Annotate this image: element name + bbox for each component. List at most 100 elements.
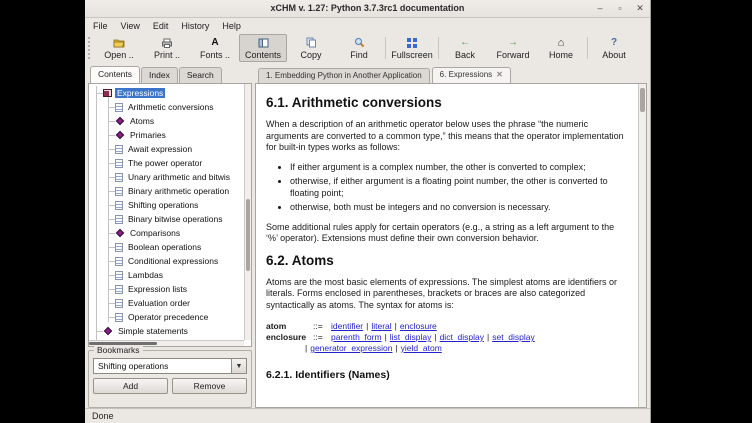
document-body: 6.1. Arithmetic conversions When a descr… — [256, 84, 638, 407]
bullet-list: If either argument is a complex number, … — [290, 162, 628, 214]
menu-item-edit[interactable]: Edit — [153, 21, 169, 31]
tree-item[interactable]: Primaries — [91, 128, 243, 142]
document-tabs: 1. Embedding Python in Another Applicati… — [255, 64, 647, 83]
tree-item[interactable]: Atoms — [91, 114, 243, 128]
bookmarks-dropdown[interactable]: Shifting operations ▼ — [93, 358, 247, 374]
window-title: xCHM v. 1.27: Python 3.7.3rc1 documentat… — [85, 3, 650, 13]
tree-item[interactable]: Arithmetic conversions — [91, 100, 243, 114]
status-text: Done — [92, 411, 114, 421]
syntax-keyword: enclosure — [266, 332, 313, 343]
back-button[interactable]: ← Back — [441, 34, 489, 62]
title-bar[interactable]: xCHM v. 1.27: Python 3.7.3rc1 documentat… — [85, 0, 650, 18]
syntax-link[interactable]: list_display — [390, 332, 432, 342]
syntax-link[interactable]: identifier — [331, 321, 363, 331]
contents-tree-panel: Expressions Arithmetic conversions Atoms… — [88, 83, 252, 347]
bullet-item: otherwise, if either argument is a float… — [290, 176, 628, 199]
find-icon — [354, 37, 365, 49]
tree-item[interactable]: Operator precedence — [91, 310, 243, 324]
syntax-link[interactable]: enclosure — [400, 321, 437, 331]
remove-bookmark-button[interactable]: Remove — [172, 378, 247, 394]
copy-button[interactable]: Copy — [287, 34, 335, 62]
diamond-icon — [116, 229, 124, 237]
chevron-down-icon[interactable]: ▼ — [231, 359, 246, 373]
home-icon: ⌂ — [558, 37, 565, 49]
tree-item[interactable]: Expression lists — [91, 282, 243, 296]
bookmarks-label: Bookmarks — [94, 345, 143, 355]
maximize-button[interactable]: ▫ — [614, 2, 626, 15]
syntax-link[interactable]: parenth_form — [331, 332, 382, 342]
tab-embedding-python[interactable]: 1. Embedding Python in Another Applicati… — [258, 68, 430, 83]
forward-button[interactable]: → Forward — [489, 34, 537, 62]
menu-item-view[interactable]: View — [121, 21, 140, 31]
menu-item-help[interactable]: Help — [222, 21, 241, 31]
contents-button[interactable]: Contents — [239, 34, 287, 62]
page-icon — [115, 201, 123, 210]
syntax-link[interactable]: yield_atom — [401, 343, 442, 353]
syntax-link[interactable]: generator_expression — [310, 343, 392, 353]
find-button[interactable]: Find — [335, 34, 383, 62]
section-heading-6-2-1: 6.2.1. Identifiers (Names) — [266, 370, 628, 382]
menu-item-file[interactable]: File — [93, 21, 108, 31]
menu-bar: File View Edit History Help — [85, 18, 650, 33]
document-panel: 6.1. Arithmetic conversions When a descr… — [255, 83, 647, 408]
syntax-link[interactable]: dict_display — [440, 332, 484, 342]
tree-item[interactable]: Expressions — [91, 86, 243, 100]
tree-item[interactable]: Boolean operations — [91, 240, 243, 254]
paragraph: When a description of an arithmetic oper… — [266, 119, 628, 154]
section-heading-6-1: 6.1. Arithmetic conversions — [266, 95, 628, 110]
tab-expressions[interactable]: 6. Expressions ✕ — [432, 67, 511, 83]
close-button[interactable]: ✕ — [634, 2, 646, 15]
syntax-block: atom ::= identifier|literal|enclosure en… — [266, 321, 628, 354]
page-icon — [115, 215, 123, 224]
about-button[interactable]: ? About — [590, 34, 638, 62]
tree-item[interactable]: Shifting operations — [91, 198, 243, 212]
page-icon — [115, 285, 123, 294]
tree-item[interactable]: Binary bitwise operations — [91, 212, 243, 226]
fullscreen-button[interactable]: Fullscreen — [388, 34, 436, 62]
tree-item[interactable]: Binary arithmetic operation — [91, 184, 243, 198]
tree-item[interactable]: Simple statements — [91, 324, 243, 338]
tab-index[interactable]: Index — [141, 67, 178, 83]
print-button[interactable]: Print .. — [143, 34, 191, 62]
toolbar-separator — [385, 37, 386, 59]
tree-vertical-scrollbar[interactable] — [244, 84, 251, 340]
document-vertical-scrollbar[interactable] — [638, 84, 646, 407]
main-area: Contents Index Search Expressions Arithm… — [85, 64, 650, 408]
tree-item[interactable]: Conditional expressions — [91, 254, 243, 268]
page-icon — [115, 159, 123, 168]
menu-item-history[interactable]: History — [181, 21, 209, 31]
tab-search[interactable]: Search — [179, 67, 222, 83]
fonts-icon: A — [211, 37, 218, 49]
contents-icon — [258, 37, 269, 49]
minimize-button[interactable]: – — [594, 2, 606, 15]
tree-item[interactable]: Comparisons — [91, 226, 243, 240]
fonts-button[interactable]: A Fonts .. — [191, 34, 239, 62]
status-bar: Done — [85, 408, 650, 423]
page-icon — [115, 243, 123, 252]
syntax-link[interactable]: set_display — [492, 332, 535, 342]
tree-item[interactable]: Await expression — [91, 142, 243, 156]
toolbar-separator — [587, 37, 588, 59]
tab-contents[interactable]: Contents — [90, 66, 140, 83]
printer-icon — [161, 37, 173, 49]
tree-item[interactable]: Unary arithmetic and bitwis — [91, 170, 243, 184]
home-button[interactable]: ⌂ Home — [537, 34, 585, 62]
about-icon: ? — [611, 37, 617, 49]
paragraph: Atoms are the most basic elements of exp… — [266, 277, 628, 312]
tree-item[interactable]: Evaluation order — [91, 296, 243, 310]
open-button[interactable]: Open .. — [95, 34, 143, 62]
syntax-operator: ::= — [313, 321, 331, 332]
scrollbar-thumb[interactable] — [246, 199, 250, 271]
toolbar-drag-handle[interactable] — [88, 37, 92, 59]
add-bookmark-button[interactable]: Add — [93, 378, 168, 394]
toolbar: Open .. Print .. A Fonts .. Contents — [85, 33, 650, 64]
close-icon[interactable]: ✕ — [496, 70, 503, 79]
bullet-item: If either argument is a complex number, … — [290, 162, 628, 174]
syntax-operator: ::= — [313, 332, 331, 343]
tree-item[interactable]: Lambdas — [91, 268, 243, 282]
bookmarks-group: Bookmarks Shifting operations ▼ Add Remo… — [88, 350, 252, 408]
page-icon — [115, 271, 123, 280]
scrollbar-thumb[interactable] — [640, 88, 645, 112]
tree-item[interactable]: The power operator — [91, 156, 243, 170]
syntax-link[interactable]: literal — [371, 321, 391, 331]
